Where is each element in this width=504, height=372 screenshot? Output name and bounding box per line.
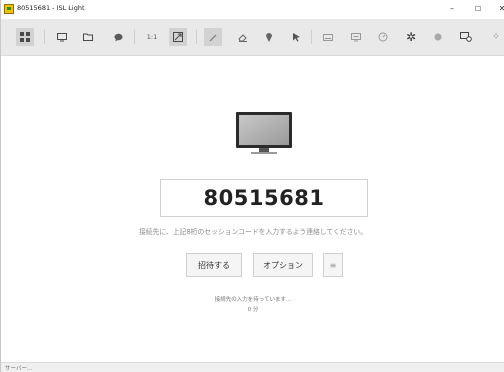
timer-icon[interactable] <box>374 28 392 46</box>
monitor-icon[interactable] <box>53 28 71 46</box>
elapsed-time-text: 0 分 <box>247 307 259 313</box>
chat-bubble-icon[interactable] <box>109 28 127 46</box>
record-icon[interactable] <box>429 28 447 46</box>
instruction-text: 接続先に、上記8桁のセッションコードを入力するよう連絡してください。 <box>138 228 367 236</box>
zoom-1to1-button[interactable]: 1:1 <box>143 28 161 46</box>
folder-icon[interactable] <box>79 28 97 46</box>
keyboard-icon[interactable] <box>319 28 337 46</box>
close-button[interactable]: ✕ <box>495 2 504 16</box>
invite-button[interactable]: 招待する <box>186 253 242 277</box>
waiting-status-text: 接続先の入力を待っています... <box>214 297 292 303</box>
minimize-button[interactable]: – <box>445 2 459 16</box>
toolbar: 1:1 ✲ ⁘ <box>1 19 504 56</box>
pointer-icon[interactable] <box>287 28 305 46</box>
status-bar: サーバー... <box>1 362 504 372</box>
pen-icon[interactable] <box>204 28 222 46</box>
screen-share-icon[interactable] <box>347 28 365 46</box>
maximize-button[interactable]: ☐ <box>471 2 485 16</box>
status-bar-text: サーバー... <box>5 366 33 372</box>
more-icon[interactable]: ⁘ <box>487 28 504 46</box>
menu-button[interactable]: ≡ <box>323 253 343 277</box>
options-button[interactable]: オプション <box>253 253 313 277</box>
window-title: 80515681 - ISL Light <box>17 4 85 12</box>
tools-icon[interactable]: ✲ <box>402 28 420 46</box>
grid-view-icon[interactable] <box>16 28 34 46</box>
pin-icon[interactable] <box>260 28 278 46</box>
session-code-display: 80515681 <box>160 179 368 217</box>
monitor-illustration <box>235 112 293 158</box>
eraser-icon[interactable] <box>234 28 252 46</box>
fit-screen-icon[interactable] <box>169 28 187 46</box>
title-bar: 80515681 - ISL Light – ☐ ✕ <box>1 0 504 19</box>
isl-light-app-icon <box>4 4 14 14</box>
settings-screen-icon[interactable] <box>457 28 475 46</box>
